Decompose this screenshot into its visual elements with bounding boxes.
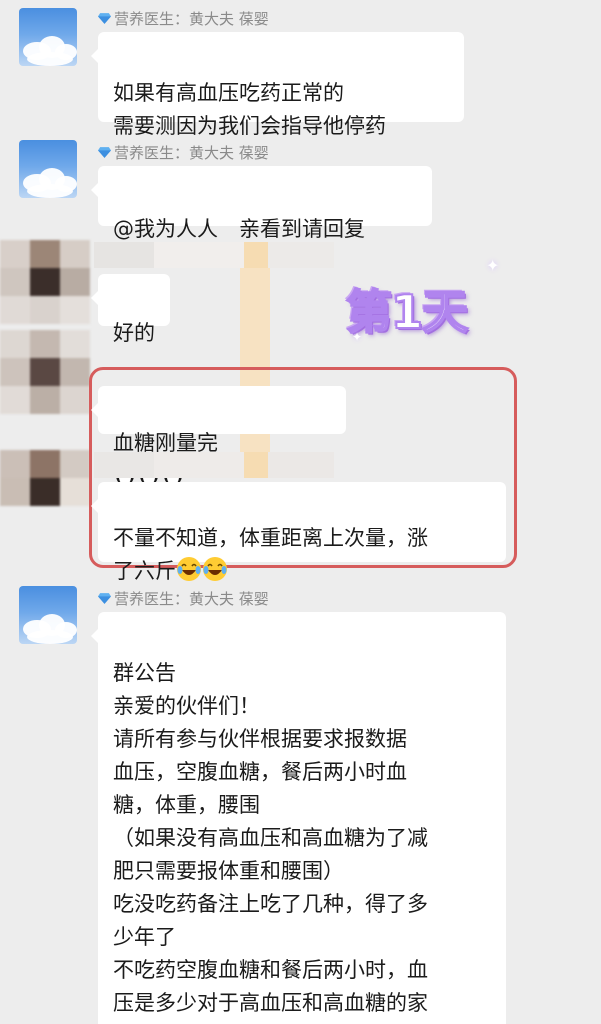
day-badge: 第1天 bbox=[345, 284, 469, 340]
laugh-cry-emoji-icon bbox=[177, 557, 201, 581]
sender-name-text: 营养医生：黄大夫 葆婴 bbox=[114, 10, 269, 28]
blurred-avatar[interactable] bbox=[0, 450, 90, 512]
announcement-text: 群公告 亲爱的伙伴们！ 请所有参与伙伴根据要求报数据 血压，空腹血糖，餐后两小时… bbox=[113, 661, 428, 1015]
doctor-avatar[interactable] bbox=[19, 140, 77, 198]
sender-name[interactable]: 营养医生：黄大夫 葆婴 bbox=[98, 588, 269, 609]
message-bubble[interactable]: 好的 bbox=[91, 274, 170, 345]
message-text: 好的 bbox=[113, 321, 155, 345]
announcement-bubble[interactable]: 群公告 亲爱的伙伴们！ 请所有参与伙伴根据要求报数据 血压，空腹血糖，餐后两小时… bbox=[91, 612, 506, 1024]
message-bubble[interactable]: 血糖刚量完 bbox=[91, 386, 346, 487]
message-text: @我为人人 亲看到请回复 bbox=[113, 217, 365, 241]
sparkle-icon: ✦ bbox=[486, 256, 500, 275]
doctor-avatar[interactable] bbox=[19, 586, 77, 644]
blurred-name bbox=[94, 452, 334, 478]
sender-name-text: 营养医生：黄大夫 葆婴 bbox=[114, 144, 269, 162]
laugh-cry-emoji-icon bbox=[203, 557, 227, 581]
message-bubble[interactable]: @我为人人 亲看到请回复 bbox=[91, 166, 432, 241]
blurred-avatar[interactable] bbox=[0, 330, 90, 420]
sender-name[interactable]: 营养医生：黄大夫 葆婴 bbox=[98, 8, 269, 29]
blurred-name bbox=[94, 242, 334, 268]
diamond-icon bbox=[98, 13, 111, 24]
diamond-icon bbox=[98, 147, 111, 158]
message-text: 不量不知道，体重距离上次量，涨 了六斤 bbox=[113, 526, 428, 583]
message-bubble[interactable]: 不量不知道，体重距离上次量，涨 了六斤 bbox=[91, 482, 506, 583]
diamond-icon bbox=[98, 593, 111, 604]
sender-name-text: 营养医生：黄大夫 葆婴 bbox=[114, 590, 269, 608]
message-text: 如果有高血压吃药正常的 需要测因为我们会指导他停药 bbox=[113, 81, 386, 138]
sender-name[interactable]: 营养医生：黄大夫 葆婴 bbox=[98, 142, 269, 163]
sparkle-icon: ✦ bbox=[352, 330, 363, 344]
message-bubble[interactable]: 如果有高血压吃药正常的 需要测因为我们会指导他停药 bbox=[91, 32, 464, 138]
doctor-avatar[interactable] bbox=[19, 8, 77, 66]
